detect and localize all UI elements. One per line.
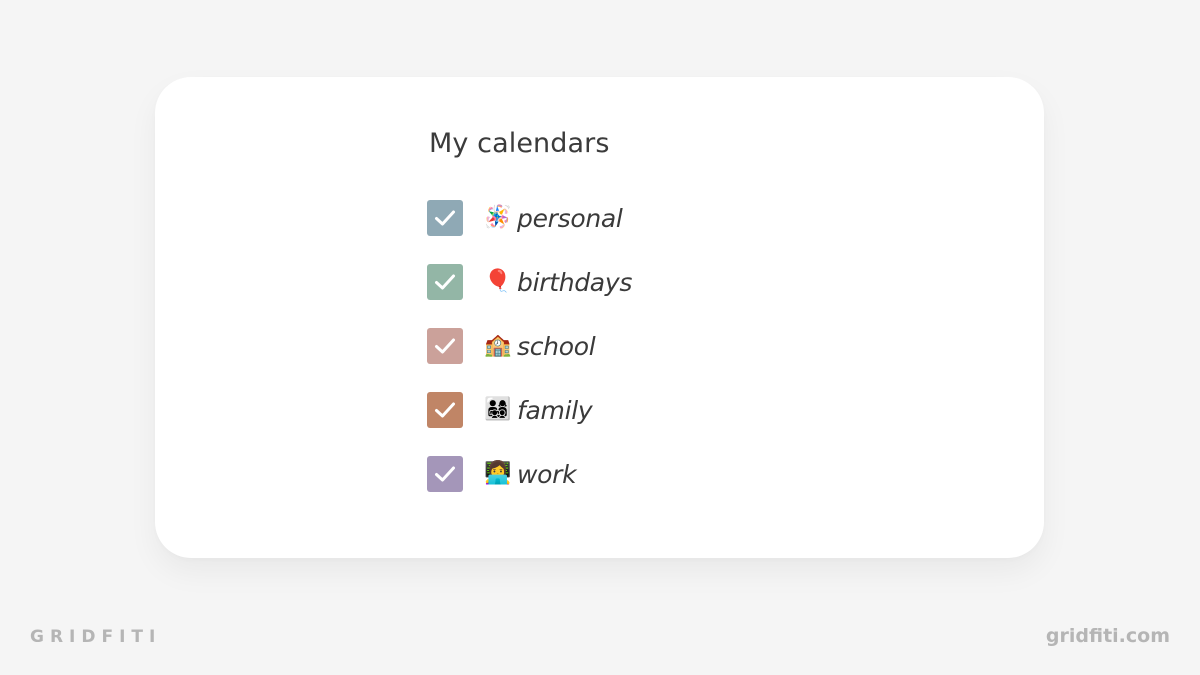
family-checkbox[interactable] <box>427 392 463 428</box>
calendar-item-family[interactable]: 👨‍👩‍👧‍👦 family <box>427 392 632 428</box>
calendar-list: 🪅 personal 🎈 birthdays 🏫 school 👨‍👩‍👧‍👦 … <box>427 200 632 520</box>
calendar-label: work <box>517 459 577 489</box>
checkmark-icon <box>435 402 455 418</box>
calendar-item-work[interactable]: 👩‍💻 work <box>427 456 632 492</box>
balloon-icon: 🎈 <box>484 269 512 294</box>
checkmark-icon <box>435 210 455 226</box>
family-icon: 👨‍👩‍👧‍👦 <box>484 397 512 422</box>
calendar-label: personal <box>517 203 623 233</box>
calendar-item-school[interactable]: 🏫 school <box>427 328 632 364</box>
checkmark-icon <box>435 466 455 482</box>
brand-wordmark: GRIDFITI <box>30 627 162 647</box>
technologist-icon: 👩‍💻 <box>484 461 512 486</box>
checkmark-icon <box>435 338 455 354</box>
calendar-label: school <box>517 331 596 361</box>
calendar-label: family <box>517 395 593 425</box>
calendar-label: birthdays <box>517 267 633 297</box>
calendar-item-birthdays[interactable]: 🎈 birthdays <box>427 264 632 300</box>
birthdays-checkbox[interactable] <box>427 264 463 300</box>
school-checkbox[interactable] <box>427 328 463 364</box>
pinata-icon: 🪅 <box>484 205 512 230</box>
brand-url: gridfiti.com <box>1045 625 1170 647</box>
checkmark-icon <box>435 274 455 290</box>
my-calendars-heading: My calendars <box>429 128 610 159</box>
calendar-item-personal[interactable]: 🪅 personal <box>427 200 632 236</box>
school-icon: 🏫 <box>484 333 512 358</box>
personal-checkbox[interactable] <box>427 200 463 236</box>
work-checkbox[interactable] <box>427 456 463 492</box>
